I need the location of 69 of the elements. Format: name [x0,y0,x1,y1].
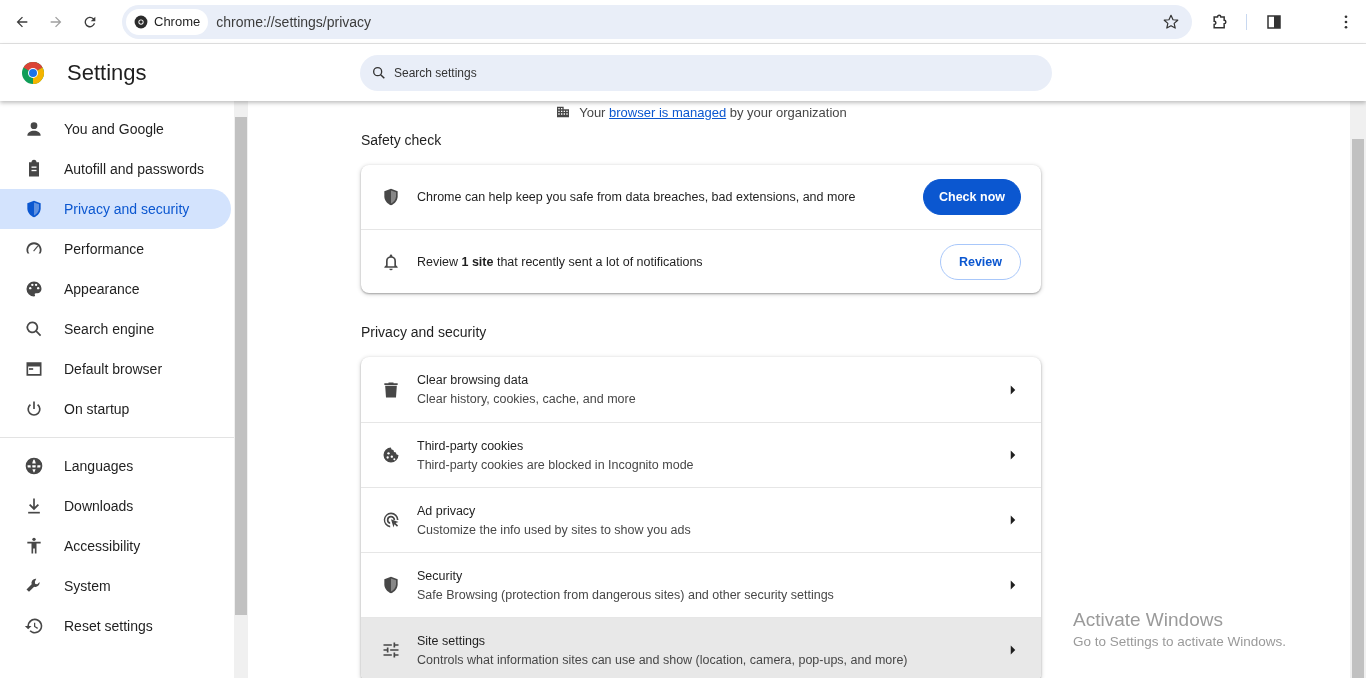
person-icon [24,119,44,139]
sidebar-item[interactable]: Privacy and security [0,189,231,229]
section-title: Safety check [361,132,443,148]
cookie-icon [381,445,401,465]
cursor-icon [381,510,401,530]
sidebar-item[interactable]: Reset settings [0,606,231,646]
scrollbar[interactable] [234,101,248,678]
sidebar-item[interactable]: Default browser [0,349,231,389]
setting-description: Chrome can help keep you safe from data breaches, bad extensions, and more [417,190,857,204]
setting-description: Review 1 site that recently sent a lot of notifications [417,254,704,269]
review-button[interactable]: Review [939,243,1021,280]
site-chip[interactable]: Chrome [126,8,209,35]
sidebar-item[interactable]: System [0,566,231,606]
setting-title: Clear browsing data [417,373,530,387]
shield-icon [381,187,401,207]
sidebar-item[interactable]: Performance [0,229,231,269]
sidebar-item[interactable]: Appearance [0,269,231,309]
sidebar-item[interactable]: Languages [0,446,231,486]
managed-link[interactable]: browser is managed [609,104,727,120]
setting-description: Clear history, cookies, cache, and more [417,392,637,406]
palette-icon [24,279,44,299]
address-bar[interactable]: Chrome chrome://settings/privacy [122,4,1192,39]
sliders-icon [381,640,401,660]
url-text: chrome://settings/privacy [216,13,373,30]
sidebar-item[interactable]: Accessibility [0,526,231,566]
chrome-logo-icon [21,60,45,85]
activation-message: Go to Settings to activate Windows. [1073,634,1287,649]
star-icon[interactable] [1162,12,1180,31]
search-field[interactable]: Search settings [360,54,1052,91]
shield-icon [381,575,401,595]
power-icon [24,399,44,419]
scrollbar[interactable] [1350,101,1366,678]
sidebar-item[interactable]: Downloads [0,486,231,526]
shield-icon [24,199,44,219]
side-panel-icon[interactable] [1265,12,1283,31]
caret-icon [1010,515,1016,525]
sidebar-item[interactable]: Search engine [0,309,231,349]
managed-notice: Your browser is managed by your organization [579,104,847,120]
globe-icon [24,456,44,476]
setting-title: Third-party cookies [417,438,525,453]
setting-title: Security [417,568,464,583]
setting-title: Site settings [417,633,487,648]
setting-description: Customize the info used by sites to show you ads [417,522,692,537]
setting-description: Safe Browsing (protection from dangerous sites) and other security settings [417,587,835,602]
activation-title: Activate Windows [1073,609,1224,631]
caret-icon [1010,580,1016,590]
sidebar-item[interactable]: You and Google [0,109,231,149]
sidebar-item[interactable]: On startup [0,389,231,429]
caret-icon [1010,384,1016,395]
caret-icon [1010,645,1016,655]
settings-row[interactable]: Clear browsing data Clear history, cookies, cache, and more [361,357,1041,422]
history-icon [24,616,44,636]
setting-title: Ad privacy [417,503,477,518]
sidebar-item[interactable]: Autofill and passwords [0,149,231,189]
page-title: Settings [67,59,147,86]
settings-row[interactable]: Third-party cookies Third-party cookies are blocked in Incognito mode [361,422,1041,487]
chrome-logo-icon [134,14,148,29]
building-icon [555,104,572,120]
settings-row[interactable]: Ad privacy Customize the info used by sites to show you ads [361,487,1041,552]
caret-icon [1010,450,1016,460]
setting-description: Third-party cookies are blocked in Incognito mode [417,457,695,472]
person-icon [24,536,44,556]
search-icon [24,319,44,339]
check-now-button[interactable]: Check now [923,179,1021,215]
search-icon [371,64,387,81]
settings-row[interactable]: Site settings Controls what information sites can use and show (location, camera, pop-ups, and more) [361,617,1041,678]
window-icon [24,359,44,379]
section-title: Privacy and security [361,324,488,340]
setting-description: Controls what information sites can use and show (location, camera, pop-ups, and more) [417,652,909,667]
